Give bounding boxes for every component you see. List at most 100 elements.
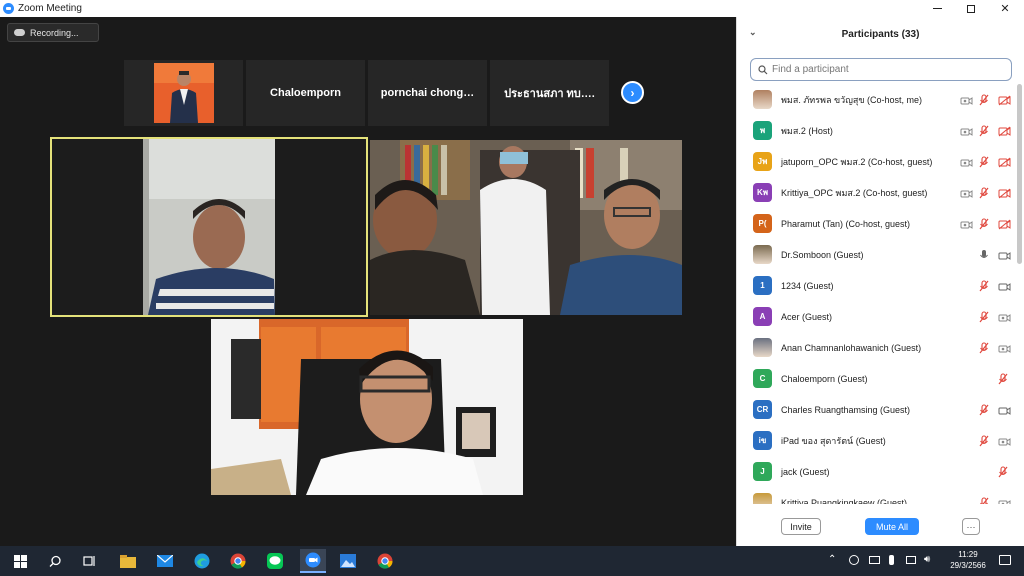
mic-off-icon[interactable] [979,403,992,416]
network-icon[interactable] [869,556,880,564]
record-icon[interactable] [998,93,1011,106]
task-view-icon[interactable] [80,551,100,571]
participant-name: Pharamut (Tan) (Co-host, guest) [781,218,911,229]
avatar: Jพ [753,152,772,171]
video-on-icon[interactable] [998,279,1011,291]
avatar [753,338,772,357]
mic-off-icon[interactable] [979,341,992,354]
mail-icon[interactable] [155,551,175,571]
video-off-icon[interactable] [960,93,973,105]
chevron-up-icon[interactable]: ⌃ [828,554,836,565]
meet-now-icon[interactable] [849,555,859,565]
mic-off-icon[interactable] [979,279,992,292]
window-titlebar: Zoom Meeting ✕ [0,0,1024,17]
participant-row[interactable]: Kพ Krittiya_OPC พมส.2 (Co-host, guest) [737,177,1017,208]
participant-row[interactable]: Jพ jatuporn_OPC พมส.2 (Co-host, guest) [737,146,1017,177]
line-icon[interactable] [265,551,285,571]
video-on-icon[interactable] [998,248,1011,260]
chrome-icon[interactable] [228,551,248,571]
more-options-button[interactable]: ··· [962,518,980,535]
participant-row[interactable]: CR Charles Ruangthamsing (Guest) [737,394,1017,425]
strip-tile-pornchai[interactable]: pornchai chong… [368,60,487,126]
mic-off-icon[interactable] [979,434,992,447]
record-icon[interactable] [998,217,1011,230]
strip-tile-photo[interactable] [124,60,243,126]
mic-off-icon[interactable] [979,124,992,137]
participant-row[interactable]: A Acer (Guest) [737,301,1017,332]
maximize-button[interactable] [954,0,988,17]
strip-tile-name: Chaloemporn [270,87,341,99]
video-off-icon[interactable] [998,341,1011,353]
participant-status-icons [979,310,1011,323]
next-page-button[interactable]: › [621,81,644,104]
avatar: J [753,462,772,481]
windows-start-icon[interactable] [10,551,30,571]
mute-all-button[interactable]: Mute All [865,518,919,535]
participant-name: Dr.Somboon (Guest) [781,249,864,260]
participant-name: Krittiya_OPC พมส.2 (Co-host, guest) [781,187,928,198]
participant-row[interactable]: iข iPad ของ สุดารัตน์ (Guest) [737,425,1017,456]
participant-row[interactable]: P(Pharamut (Tan) (Co-host, guest) [737,208,1017,239]
record-icon[interactable] [998,155,1011,168]
participant-row[interactable]: Anan Chamnanlohawanich (Guest) [737,332,1017,363]
video-tile-self[interactable] [211,319,523,495]
participant-row[interactable]: Dr.Somboon (Guest) [737,239,1017,270]
participant-row[interactable]: Krittiya Puangkingkaew (Guest) [737,487,1017,504]
avatar: iข [753,431,772,450]
mic-off-icon[interactable] [998,465,1011,478]
file-explorer-icon[interactable] [118,551,138,571]
video-off-icon[interactable] [960,124,973,136]
video-tile-participants-room[interactable] [370,140,682,315]
video-off-icon[interactable] [998,496,1011,504]
video-tile-active-speaker[interactable] [50,137,368,317]
minimize-button[interactable] [920,0,954,17]
close-button[interactable]: ✕ [988,0,1022,17]
participant-status-icons [960,155,1011,168]
microphone-icon[interactable] [889,555,894,565]
mic-off-icon[interactable] [998,372,1011,385]
video-off-icon[interactable] [998,434,1011,446]
video-off-icon[interactable] [960,217,973,229]
participant-row[interactable]: พมส. ภัทรพล ขวัญสุข (Co-host, me) [737,84,1017,115]
notifications-icon[interactable] [999,555,1011,565]
mic-off-icon[interactable] [979,155,992,168]
participant-row[interactable]: Jjack (Guest) [737,456,1017,487]
participant-row[interactable]: 1 1234 (Guest) [737,270,1017,301]
zoom-app-icon[interactable] [300,549,326,573]
mic-off-icon[interactable] [979,186,992,199]
recording-indicator[interactable]: Recording... [7,23,99,42]
participant-list-scrollbar[interactable] [1017,84,1022,264]
volume-icon[interactable]: 🔊︎ [924,554,930,565]
mic-off-icon[interactable] [979,496,992,504]
mic-off-icon[interactable] [979,93,992,106]
avatar: Kพ [753,183,772,202]
video-on-icon[interactable] [998,403,1011,415]
participant-status-icons [979,496,1011,504]
collapse-chevron-icon[interactable]: ⌄ [749,27,757,38]
participant-search-input[interactable]: Find a participant [750,58,1012,81]
strip-tile-chairman[interactable]: ประธานสภา ทบ…. [490,60,609,126]
chevron-right-icon: › [630,85,635,100]
video-off-icon[interactable] [998,310,1011,322]
video-strip: Chaloemporn pornchai chong… ประธานสภา ทบ… [124,60,612,126]
record-icon[interactable] [998,124,1011,137]
video-off-icon[interactable] [960,155,973,167]
edge-icon[interactable] [192,551,212,571]
video-off-icon[interactable] [960,186,973,198]
participants-panel: ⌄ Participants (33) Find a participant พ… [736,17,1024,546]
mic-off-icon[interactable] [979,217,992,230]
clock-time: 11:29 [958,550,978,559]
chrome-icon[interactable] [375,551,395,571]
participant-row[interactable]: C Chaloemporn (Guest) [737,363,1017,394]
display-icon[interactable] [906,556,916,564]
photos-icon[interactable] [338,551,358,571]
invite-button[interactable]: Invite [781,518,821,535]
clock[interactable]: 11:29 29/3/2566 [942,549,994,571]
record-icon[interactable] [998,186,1011,199]
search-icon[interactable] [45,551,65,571]
avatar: 1 [753,276,772,295]
strip-tile-chaloemporn[interactable]: Chaloemporn [246,60,365,126]
participant-row[interactable]: พ พมส.2 (Host) [737,115,1017,146]
mic-off-icon[interactable] [979,310,992,323]
mic-on-icon[interactable] [979,248,992,260]
